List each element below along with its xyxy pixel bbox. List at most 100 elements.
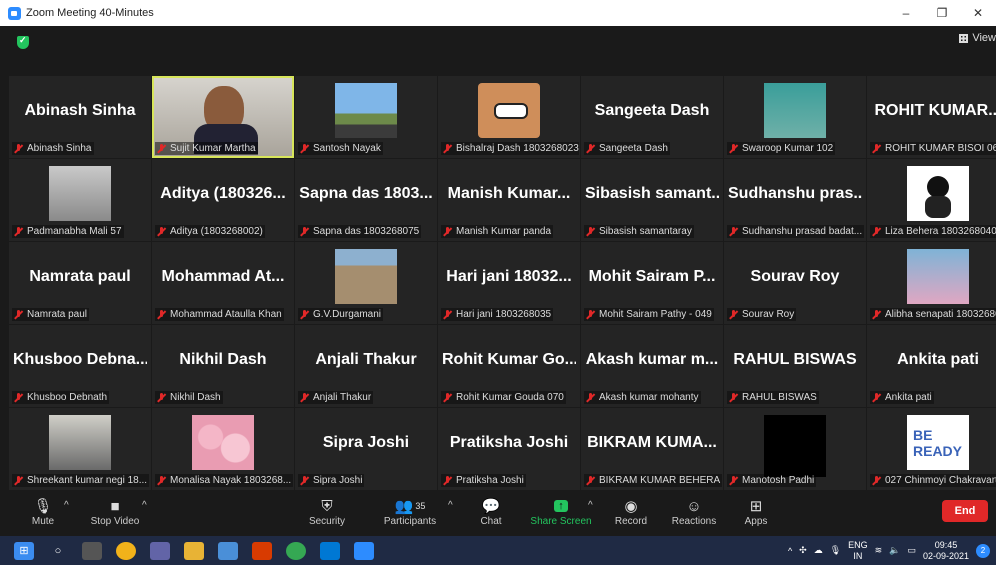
participant-tile[interactable]: Anjali Thakur Anjali Thakur xyxy=(295,325,437,407)
chat-label: Chat xyxy=(480,516,502,527)
apps-button[interactable]: ⊞ Apps xyxy=(742,496,770,527)
windows-taskbar: ⊞ ○ ^ ✣ ☁ 🎙 ENG IN ≋ 🔈 ▭ 09:45 02-09-202… xyxy=(0,536,996,565)
mail-icon[interactable] xyxy=(320,541,340,560)
encryption-shield-icon[interactable] xyxy=(17,35,29,49)
participant-tile[interactable]: Hari jani 18032... Hari jani 1803268035 xyxy=(438,242,580,324)
tray-overflow-icon[interactable]: ^ xyxy=(788,546,792,556)
participant-tile[interactable]: Bishalraj Dash 1803268023 xyxy=(438,76,580,158)
view-button[interactable]: View xyxy=(959,32,996,44)
participant-tile[interactable]: Rohit Kumar Go... Rohit Kumar Gouda 070 xyxy=(438,325,580,407)
participant-tile[interactable]: Padmanabha Mali 57 xyxy=(9,159,151,241)
start-icon[interactable]: ⊞ xyxy=(14,541,34,560)
chat-button[interactable]: 💬 Chat xyxy=(476,496,506,527)
participant-display-name: Hari jani 18032... xyxy=(446,268,572,285)
participant-name: BIKRAM KUMAR BEHERA xyxy=(599,475,721,486)
share-screen-button[interactable]: ↑ Share Screen xyxy=(530,496,592,527)
participant-tile[interactable]: Aditya (180326... Aditya (1803268002) xyxy=(152,159,294,241)
participant-tile[interactable]: Abinash Sinha Abinash Sinha xyxy=(9,76,151,158)
participant-tile[interactable]: Khusboo Debna... Khusboo Debnath xyxy=(9,325,151,407)
security-button[interactable]: ⛨ Security xyxy=(306,496,348,528)
zoom-taskbar-icon[interactable] xyxy=(354,541,374,560)
participant-tile[interactable]: Manotosh Padhi xyxy=(724,408,866,490)
end-meeting-button[interactable]: End xyxy=(942,500,988,522)
participant-name-label: Mohit Sairam Pathy - 049 xyxy=(584,308,714,321)
participant-tile[interactable]: Sujit Kumar Martha xyxy=(152,76,294,158)
share-caret-icon[interactable]: ^ xyxy=(588,500,593,511)
participant-tile[interactable]: Alibha senapati 18032680 xyxy=(867,242,996,324)
wifi-icon[interactable]: ≋ xyxy=(875,545,883,556)
participant-name-label: Sangeeta Dash xyxy=(584,142,670,155)
office-icon[interactable] xyxy=(252,541,272,560)
view-label: View xyxy=(972,32,996,44)
minimize-button[interactable]: – xyxy=(888,6,924,20)
close-button[interactable]: ✕ xyxy=(960,6,996,20)
participants-icon: 👥 35 xyxy=(394,498,426,515)
record-button[interactable]: ◉ Record xyxy=(612,496,650,527)
participant-tile[interactable]: G.V.Durgamani xyxy=(295,242,437,324)
participant-tile[interactable]: Mohammad At... Mohammad Ataulla Khan xyxy=(152,242,294,324)
participant-name: Bishalraj Dash 1803268023 xyxy=(456,143,579,154)
muted-mic-icon xyxy=(300,392,309,403)
muted-mic-icon xyxy=(157,475,166,486)
participant-tile[interactable]: Sapna das 1803... Sapna das 1803268075 xyxy=(295,159,437,241)
participant-avatar: BE READY xyxy=(907,415,969,470)
participant-tile[interactable]: Nikhil Dash Nikhil Dash xyxy=(152,325,294,407)
participant-name-label: Sapna das 1803268075 xyxy=(298,225,422,238)
muted-mic-icon xyxy=(872,475,881,486)
participant-tile[interactable]: Sangeeta Dash Sangeeta Dash xyxy=(581,76,723,158)
clock[interactable]: 09:45 02-09-2021 xyxy=(923,540,969,562)
muted-mic-icon xyxy=(586,226,595,237)
participant-tile[interactable]: Sipra Joshi Sipra Joshi xyxy=(295,408,437,490)
muted-mic-icon xyxy=(872,309,881,320)
store-icon[interactable] xyxy=(218,541,238,560)
participant-tile[interactable]: Ankita pati Ankita pati xyxy=(867,325,996,407)
participant-tile[interactable]: Namrata paul Namrata paul xyxy=(9,242,151,324)
participant-name: Monalisa Nayak 1803268... xyxy=(170,475,292,486)
participants-button[interactable]: 👥 35 Participants xyxy=(382,496,438,527)
search-icon[interactable]: ○ xyxy=(48,542,68,560)
file-explorer-icon[interactable] xyxy=(184,541,204,560)
participant-name-label: Manish Kumar panda xyxy=(441,225,554,238)
participant-tile[interactable]: Akash kumar m... Akash kumar mohanty xyxy=(581,325,723,407)
tray-cloud-icon[interactable]: ☁ xyxy=(814,545,823,556)
participant-tile[interactable]: Shreekant kumar negi 18... xyxy=(9,408,151,490)
participant-name: G.V.Durgamani xyxy=(313,309,381,320)
tray-mic-icon[interactable]: 🎙 xyxy=(830,545,841,556)
stop-video-button[interactable]: ■ Stop Video xyxy=(88,496,142,528)
participant-tile[interactable]: Sourav Roy Sourav Roy xyxy=(724,242,866,324)
participant-tile[interactable]: RAHUL BISWAS RAHUL BISWAS xyxy=(724,325,866,407)
participants-caret-icon[interactable]: ^ xyxy=(448,500,453,511)
reactions-button[interactable]: ☺ Reactions xyxy=(670,496,718,528)
participant-tile[interactable]: Monalisa Nayak 1803268... xyxy=(152,408,294,490)
tray-app-icon[interactable]: ✣ xyxy=(799,545,807,556)
teams-icon[interactable] xyxy=(150,541,170,560)
muted-mic-icon xyxy=(443,226,452,237)
volume-icon[interactable]: 🔈 xyxy=(889,545,900,556)
participant-tile[interactable]: Mohit Sairam P... Mohit Sairam Pathy - 04… xyxy=(581,242,723,324)
participant-name-label: Hari jani 1803268035 xyxy=(441,308,554,321)
participant-tile[interactable]: Sibasish samant... Sibasish samantaray xyxy=(581,159,723,241)
app-icon-1[interactable] xyxy=(116,541,136,560)
task-view-icon[interactable] xyxy=(82,541,102,560)
video-options-caret-icon[interactable]: ^ xyxy=(142,500,147,511)
participant-tile[interactable]: Sudhanshu pras... Sudhanshu prasad badat.… xyxy=(724,159,866,241)
participant-tile[interactable]: Liza Behera 1803268040 xyxy=(867,159,996,241)
participant-display-name: Sourav Roy xyxy=(750,268,840,285)
chrome-icon[interactable] xyxy=(286,541,306,560)
restore-button[interactable]: ❐ xyxy=(924,6,960,20)
participant-tile[interactable]: Manish Kumar... Manish Kumar panda xyxy=(438,159,580,241)
security-label: Security xyxy=(308,516,346,527)
language-indicator[interactable]: ENG IN xyxy=(848,540,868,562)
participant-tile[interactable]: Swaroop Kumar 102 xyxy=(724,76,866,158)
participant-tile[interactable]: BE READY 027 Chinmoyi Chakravarty xyxy=(867,408,996,490)
notification-badge[interactable]: 2 xyxy=(976,543,990,558)
participant-name-label: Sujit Kumar Martha xyxy=(155,142,258,155)
participant-tile[interactable]: Pratiksha Joshi Pratiksha Joshi xyxy=(438,408,580,490)
mute-button[interactable]: 🎙 Mute xyxy=(28,496,58,527)
participant-tile[interactable]: ROHIT KUMAR... ROHIT KUMAR BISOI 069 xyxy=(867,76,996,158)
battery-icon[interactable]: ▭ xyxy=(907,545,916,556)
participant-tile[interactable]: BIKRAM KUMA... BIKRAM KUMAR BEHERA xyxy=(581,408,723,490)
participant-tile[interactable]: Santosh Nayak xyxy=(295,76,437,158)
audio-options-caret-icon[interactable]: ^ xyxy=(64,500,69,511)
participant-display-name: Sibasish samant... xyxy=(585,185,719,202)
